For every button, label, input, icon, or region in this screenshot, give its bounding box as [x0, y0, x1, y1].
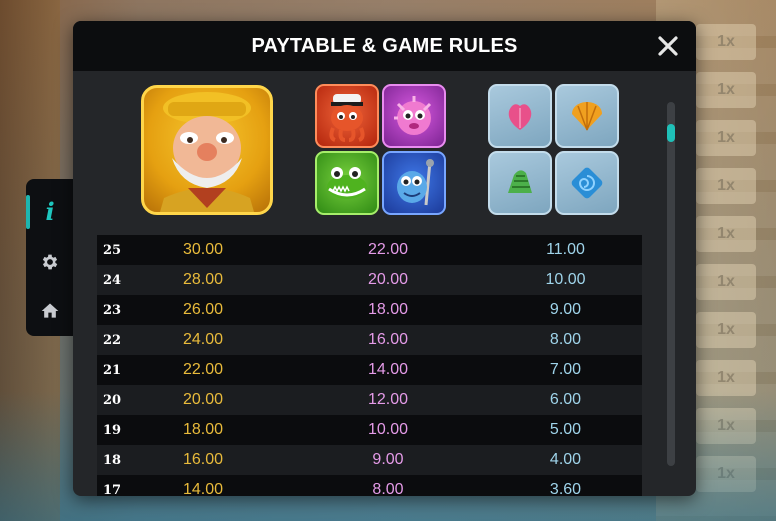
- payout-low: 5.00: [549, 421, 582, 438]
- scrollbar-thumb[interactable]: [667, 124, 675, 142]
- symbol-count: 25: [103, 242, 122, 258]
- crocodile-symbol: [315, 151, 379, 215]
- table-row: 20 20.00 12.00 6.00: [97, 385, 642, 415]
- symbol-count: 19: [103, 422, 122, 438]
- modal-title: PAYTABLE & GAME RULES: [251, 34, 518, 57]
- payout-low: 10.00: [545, 271, 586, 288]
- side-menu: i: [26, 179, 74, 336]
- close-icon[interactable]: [656, 34, 680, 58]
- bg-tile: 1x: [696, 24, 756, 60]
- payout-mid: 8.00: [372, 481, 404, 496]
- paytable-modal: PAYTABLE & GAME RULES 25 30.00 22.00 11.…: [73, 21, 696, 496]
- fish-warrior-symbol: [382, 151, 446, 215]
- payout-mid: 18.00: [367, 301, 409, 318]
- green-shell-icon: [508, 170, 532, 193]
- fish-warrior-icon: [397, 159, 434, 206]
- bg-tile: 1x: [696, 168, 756, 204]
- settings-button[interactable]: [26, 237, 74, 287]
- symbol-count: 20: [103, 392, 122, 408]
- orange-shell-symbol: [555, 84, 619, 148]
- table-row: 25 30.00 22.00 11.00: [97, 235, 642, 265]
- blue-shell-icon: [571, 167, 603, 199]
- symbol-count: 21: [103, 362, 122, 378]
- payout-premium: 30.00: [182, 241, 224, 258]
- low-symbols-grid: [488, 84, 620, 216]
- symbol-count: 17: [103, 482, 122, 497]
- pufferfish-icon: [394, 96, 432, 135]
- payout-low: 11.00: [546, 241, 585, 258]
- symbol-count: 23: [103, 302, 122, 318]
- payout-mid: 12.00: [367, 391, 409, 408]
- symbol-count: 24: [103, 272, 122, 288]
- orange-shell-icon: [572, 102, 602, 131]
- payout-low: 7.00: [549, 361, 582, 378]
- table-row: 22 24.00 16.00 8.00: [97, 325, 642, 355]
- payout-mid: 10.00: [367, 421, 409, 438]
- scrollbar[interactable]: [667, 102, 675, 466]
- payout-mid: 9.00: [372, 451, 404, 468]
- fisherman-symbol: [141, 85, 273, 215]
- paytable: 25 30.00 22.00 11.00 24 28.00 20.00 10.0…: [97, 235, 642, 496]
- payout-mid: 22.00: [367, 241, 409, 258]
- bg-tile: 1x: [696, 264, 756, 300]
- table-row: 21 22.00 14.00 7.00: [97, 355, 642, 385]
- payout-low: 4.00: [549, 451, 582, 468]
- pink-shell-symbol: [488, 84, 552, 148]
- table-row: 18 16.00 9.00 4.00: [97, 445, 642, 475]
- modal-header: PAYTABLE & GAME RULES: [73, 21, 696, 71]
- table-row: 23 26.00 18.00 9.00: [97, 295, 642, 325]
- bg-tile: 1x: [696, 312, 756, 348]
- pufferfish-symbol: [382, 84, 446, 148]
- payout-mid: 16.00: [367, 331, 409, 348]
- symbols-row: [73, 83, 696, 218]
- premium-symbols-grid: [315, 84, 447, 216]
- octopus-icon: [329, 94, 365, 142]
- payout-premium: 18.00: [182, 421, 224, 438]
- octopus-captain-symbol: [315, 84, 379, 148]
- symbol-count: 18: [103, 452, 122, 468]
- payout-premium: 26.00: [182, 301, 224, 318]
- green-shell-symbol: [488, 151, 552, 215]
- home-button[interactable]: [26, 286, 74, 336]
- info-icon: i: [45, 197, 55, 227]
- blue-shell-symbol: [555, 151, 619, 215]
- symbol-count: 22: [103, 332, 122, 348]
- table-row: 24 28.00 20.00 10.00: [97, 265, 642, 295]
- payout-premium: 16.00: [182, 451, 224, 468]
- crocodile-icon: [327, 167, 367, 199]
- table-row: 19 18.00 10.00 5.00: [97, 415, 642, 445]
- pink-shell-icon: [508, 104, 532, 130]
- info-button[interactable]: i: [26, 187, 74, 237]
- payout-low: 8.00: [549, 331, 582, 348]
- payout-premium: 20.00: [182, 391, 224, 408]
- payout-premium: 28.00: [182, 271, 224, 288]
- fisherman-illustration: [160, 92, 254, 212]
- payout-low: 9.00: [549, 301, 582, 318]
- bg-tile: 1x: [696, 216, 756, 252]
- home-icon: [41, 303, 59, 318]
- payout-low: 3.60: [549, 481, 582, 496]
- payout-premium: 14.00: [182, 481, 224, 496]
- payout-mid: 14.00: [367, 361, 409, 378]
- payout-low: 6.00: [549, 391, 582, 408]
- table-row: 17 14.00 8.00 3.60: [97, 475, 642, 496]
- payout-premium: 22.00: [182, 361, 224, 378]
- payout-mid: 20.00: [367, 271, 409, 288]
- gear-icon: [42, 254, 58, 269]
- bg-tile: 1x: [696, 120, 756, 156]
- bg-tile: 1x: [696, 72, 756, 108]
- payout-premium: 24.00: [182, 331, 224, 348]
